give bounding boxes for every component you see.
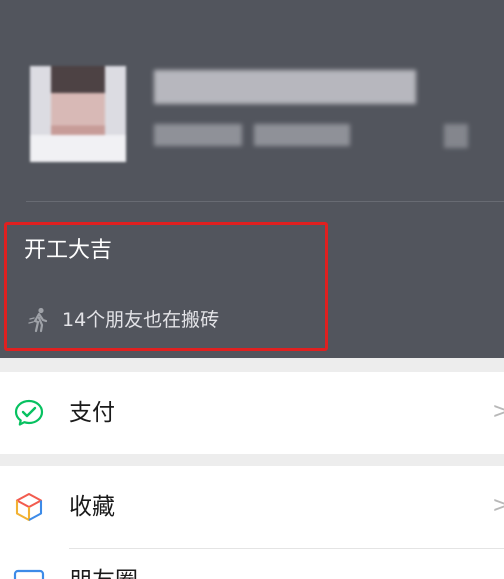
pay-card: 支付 > [0,372,504,454]
menu-item-label: 支付 [69,400,115,426]
menu-item-moments-label[interactable]: 朋友圈 [69,564,138,579]
walker-icon [28,307,48,333]
qr-code-icon-blurred[interactable] [444,124,468,148]
moments-icon [13,569,45,579]
favorites-cube-icon [15,492,43,522]
profile-header[interactable]: 开工大吉 14个朋友也在搬砖 [0,0,504,358]
menu-item-pay[interactable]: 支付 > [0,372,504,454]
avatar[interactable] [30,66,126,162]
menu-item-label: 收藏 [69,494,115,520]
wechat-id-blurred [254,124,350,146]
nickname-blurred [154,70,416,104]
friends-status-text[interactable]: 14个朋友也在搬砖 [62,306,219,334]
wechat-pay-icon [14,399,44,426]
wechat-id-blurred [154,124,242,146]
status-title[interactable]: 开工大吉 [24,236,112,266]
header-divider [26,201,504,202]
favorites-card: 收藏 > 朋友圈 [0,466,504,579]
chevron-right-icon: > [492,493,504,518]
row-divider [69,548,504,549]
chevron-right-icon: > [492,399,504,424]
menu-item-favorites[interactable]: 收藏 > [0,466,504,549]
